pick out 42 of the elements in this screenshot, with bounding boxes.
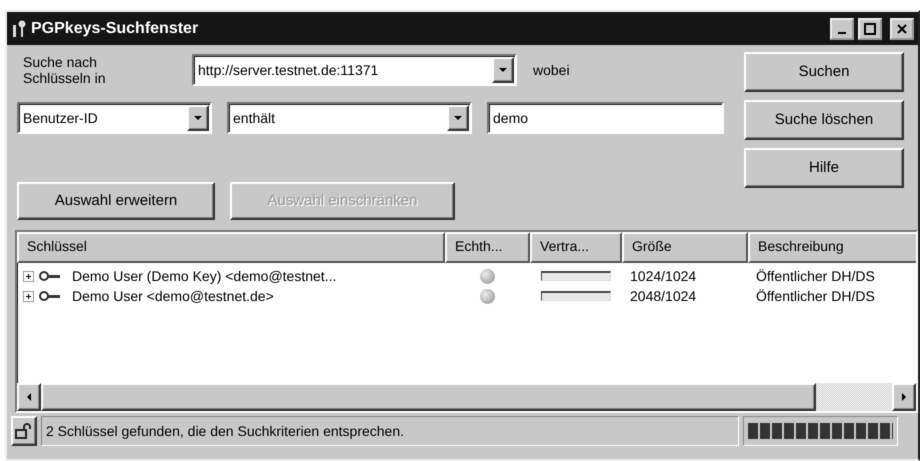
expand-icon[interactable]: [23, 290, 34, 302]
table-cell-text: Öffentlicher DH/DS: [755, 266, 876, 286]
validity-dot: [480, 268, 495, 284]
key-icon: [11, 18, 27, 38]
where-label: wobei: [533, 60, 570, 80]
dialog-button[interactable]: Hilfe: [744, 148, 904, 188]
key-name: Demo User <demo@testnet.de>: [71, 286, 275, 306]
extend-selection-button[interactable]: Auswahl erweitern: [17, 182, 215, 220]
column-header[interactable]: Größe: [622, 232, 748, 263]
scroll-right-button[interactable]: [892, 383, 916, 411]
column-header[interactable]: Vertra...: [530, 232, 622, 263]
column-header[interactable]: Echth...: [445, 232, 530, 263]
dialog-button[interactable]: Suche löschen: [744, 100, 904, 140]
maximize-button[interactable]: [858, 18, 882, 40]
left-arrow-icon: [26, 392, 32, 402]
table-cell-text: 2048/1024: [629, 286, 698, 306]
expand-icon[interactable]: [23, 270, 34, 282]
minimize-icon: [838, 32, 846, 34]
search-label: Suche nach Schlüsseln in: [22, 54, 106, 86]
close-icon: [896, 22, 908, 34]
server-dropdown[interactable]: http://server.testnet.de:11371: [192, 54, 517, 86]
scrollbar-thumb[interactable]: [41, 383, 816, 411]
validity-dot: [480, 288, 495, 304]
close-button[interactable]: [890, 18, 914, 40]
scroll-left-button[interactable]: [17, 383, 41, 411]
table-cell-text: Öffentlicher DH/DS: [755, 286, 876, 306]
lock-icon: [11, 416, 37, 446]
column-header[interactable]: Beschreibung: [748, 232, 916, 263]
minimize-button[interactable]: [830, 18, 854, 40]
right-arrow-icon: [901, 392, 907, 402]
operator-dropdown[interactable]: enthält: [227, 102, 472, 134]
attribute-dropdown[interactable]: Benutzer-ID: [17, 102, 212, 134]
key-icon: [39, 290, 61, 302]
window-title: PGPkeys-Suchfenster: [31, 18, 200, 38]
column-header[interactable]: Schlüssel: [17, 232, 445, 263]
search-field[interactable]: demo: [487, 102, 724, 134]
key-icon: [39, 270, 61, 282]
status-text: 2 Schlüssel gefunden, die den Suchkriterien entsprechen.: [41, 416, 739, 446]
key-name: Demo User (Demo Key) <demo@testnet...: [71, 266, 338, 286]
table-cell-text: 1024/1024: [629, 266, 698, 286]
maximize-icon: [864, 22, 876, 34]
dialog-button[interactable]: Suchen: [744, 52, 904, 92]
